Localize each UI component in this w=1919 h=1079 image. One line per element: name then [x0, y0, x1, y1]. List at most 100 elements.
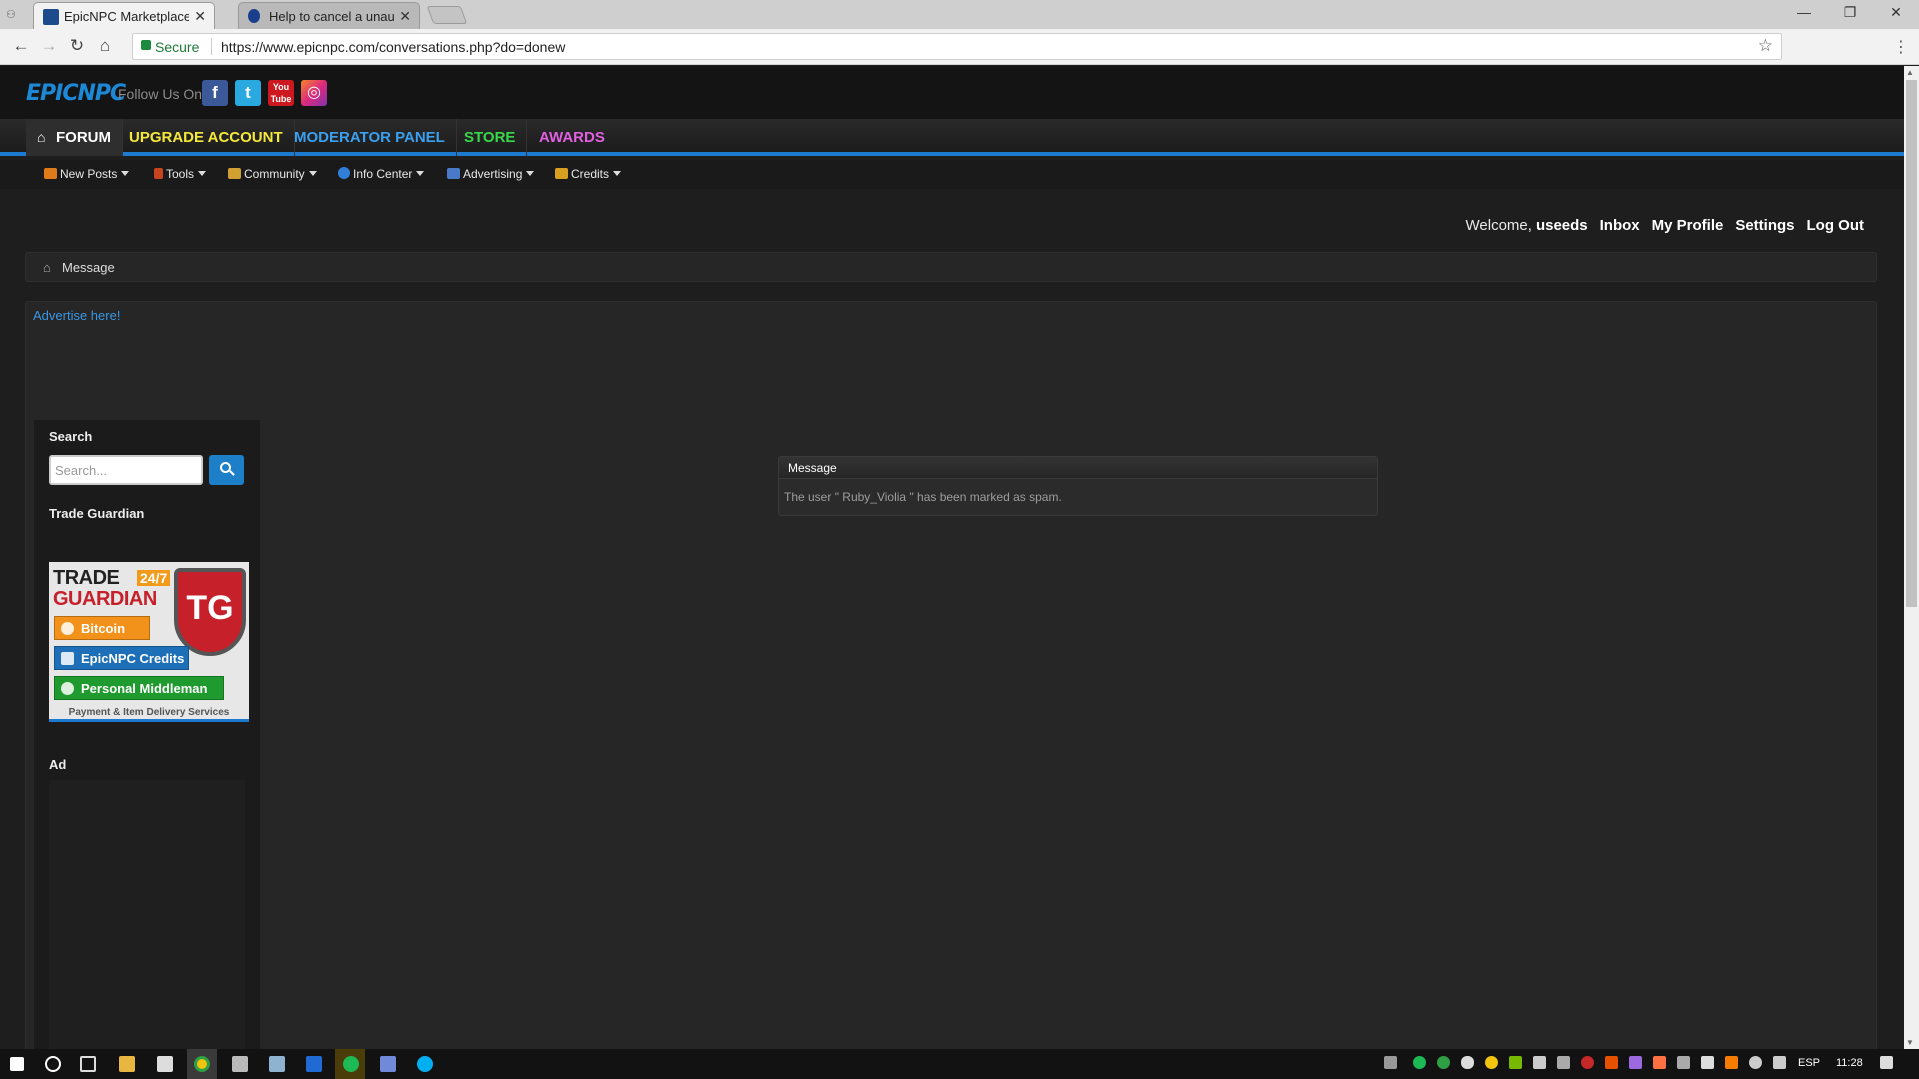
windows-start-icon[interactable]	[10, 1057, 24, 1071]
reload-icon[interactable]: ↻	[66, 36, 88, 56]
subnav-label: Advertising	[463, 167, 523, 181]
info-icon	[338, 167, 350, 179]
site-header: EPICNPC Follow Us On f t You Tube ◎	[0, 66, 1904, 119]
nav-store[interactable]: STORE	[453, 119, 528, 156]
site-logo[interactable]: EPICNPC	[26, 81, 126, 106]
chevron-down-icon	[613, 171, 622, 176]
incognito-icon: ⚇	[6, 9, 16, 21]
scrollbar-thumb[interactable]	[1906, 80, 1917, 607]
sub-nav: New Posts Tools Community Info Center Ad…	[0, 160, 1904, 189]
subnav-label: Credits	[571, 167, 610, 181]
subnav-credits[interactable]: Credits	[555, 167, 622, 181]
search-button[interactable]	[209, 455, 244, 485]
trade-guardian-banner[interactable]: TRADE 24/7 GUARDIAN TG Bitcoin EpicNPC C…	[49, 562, 249, 722]
subnav-label: New Posts	[60, 167, 118, 181]
scroll-down-icon[interactable]: ▼	[1906, 1038, 1914, 1047]
address-bar[interactable]: Secure https://www.epicnpc.com/conversat…	[132, 33, 1782, 60]
page: EPICNPC Follow Us On f t You Tube ◎ ⌂ FORU…	[0, 66, 1904, 1049]
audio-app-icon[interactable]	[232, 1056, 248, 1072]
discord-icon[interactable]	[380, 1056, 396, 1072]
tray-app-icon[interactable]	[1701, 1056, 1714, 1069]
close-window-icon[interactable]: ✕	[1876, 4, 1916, 21]
chevron-down-icon	[198, 171, 207, 176]
settings-link[interactable]: Settings	[1735, 217, 1794, 234]
subnav-new-posts[interactable]: New Posts	[44, 167, 130, 181]
user-welcome-bar: Welcome, useeds Inbox My Profile Settings Log…	[1466, 217, 1864, 234]
content-area: Advertise here! Search Search... Trade G…	[25, 301, 1877, 1049]
epicnpc-favicon-icon	[43, 9, 59, 25]
facebook-icon[interactable]: f	[202, 80, 228, 106]
people-icon[interactable]	[1384, 1056, 1397, 1069]
discord-tray-icon[interactable]	[1533, 1056, 1546, 1069]
search-input[interactable]: Search...	[49, 455, 203, 485]
youtube-icon[interactable]: You Tube	[268, 80, 294, 106]
tray-app-icon[interactable]	[1437, 1056, 1450, 1069]
network-icon[interactable]	[1773, 1056, 1786, 1069]
tray-app-icon[interactable]	[1629, 1056, 1642, 1069]
spotify-icon[interactable]	[343, 1056, 359, 1072]
my-profile-link[interactable]: My Profile	[1652, 217, 1724, 234]
tab-close-icon[interactable]: ✕	[194, 8, 206, 25]
nav-forum[interactable]: ⌂ FORUM	[26, 119, 123, 156]
task-view-icon[interactable]	[80, 1056, 96, 1072]
divider	[211, 38, 212, 55]
log-out-link[interactable]: Log Out	[1807, 217, 1864, 234]
scroll-up-icon[interactable]: ▲	[1906, 68, 1914, 77]
browser-menu-icon[interactable]: ⋮	[1893, 37, 1909, 57]
bitcoin-option: Bitcoin	[54, 616, 150, 640]
message-title: Message	[788, 461, 837, 475]
subnav-info-center[interactable]: Info Center	[338, 167, 425, 181]
tray-app-icon[interactable]	[1677, 1056, 1690, 1069]
tray-app-icon[interactable]	[1653, 1056, 1666, 1069]
message-header: Message	[779, 457, 1377, 479]
subnav-community[interactable]: Community	[228, 167, 317, 181]
home-icon[interactable]: ⌂	[94, 36, 116, 56]
file-explorer-icon[interactable]	[119, 1056, 135, 1072]
chevron-down-icon	[416, 171, 425, 176]
minimize-icon[interactable]: —	[1784, 4, 1824, 20]
tray-app-icon[interactable]	[1581, 1056, 1594, 1069]
chrome-icon[interactable]	[194, 1056, 210, 1072]
nav-moderator-panel[interactable]: MODERATOR PANEL	[283, 119, 457, 156]
twitter-icon[interactable]: t	[235, 80, 261, 106]
subnav-tools[interactable]: Tools	[154, 167, 207, 181]
back-icon[interactable]: ←	[10, 36, 32, 56]
tab-close-icon[interactable]: ✕	[399, 8, 411, 25]
spotify-tray-icon[interactable]	[1413, 1056, 1426, 1069]
facebook-app-icon[interactable]	[306, 1056, 322, 1072]
subnav-advertising[interactable]: Advertising	[447, 167, 535, 181]
browser-tab-epicnpc[interactable]: EpicNPC Marketplace ✕	[33, 2, 215, 29]
bookmark-star-icon[interactable]: ☆	[1758, 36, 1773, 56]
instagram-icon[interactable]: ◎	[301, 80, 327, 106]
nvidia-icon[interactable]	[1509, 1056, 1522, 1069]
breadcrumb: ⌂ Message	[25, 252, 1877, 282]
url-text[interactable]: https://www.epicnpc.com/conversations.ph…	[221, 39, 565, 55]
forward-icon[interactable]: →	[38, 36, 60, 56]
volume-icon[interactable]	[1749, 1056, 1762, 1069]
store-icon[interactable]	[157, 1056, 173, 1072]
secure-label: Secure	[155, 39, 200, 55]
nav-awards[interactable]: AWARDS	[528, 119, 616, 156]
onedrive-icon[interactable]	[1461, 1056, 1474, 1069]
tray-app-icon[interactable]	[1557, 1056, 1570, 1069]
inbox-link[interactable]: Inbox	[1600, 217, 1640, 234]
username-link[interactable]: useeds	[1536, 217, 1588, 234]
chrome-tray-icon[interactable]	[1485, 1056, 1498, 1069]
tray-app-icon[interactable]	[1725, 1056, 1738, 1069]
input-language[interactable]: ESP	[1798, 1057, 1820, 1069]
app-icon[interactable]	[269, 1056, 285, 1072]
nav-upgrade-account[interactable]: UPGRADE ACCOUNT	[118, 119, 295, 156]
cortana-icon[interactable]	[45, 1056, 61, 1072]
restore-icon[interactable]: ❐	[1830, 4, 1870, 21]
advertise-link[interactable]: Advertise here!	[33, 308, 120, 323]
browser-tab-help[interactable]: Help to cancel a unautho ✕	[238, 2, 420, 29]
home-icon[interactable]: ⌂	[43, 260, 51, 275]
message-box: Message The user " Ruby_Violia " has bee…	[778, 456, 1378, 516]
tray-app-icon[interactable]	[1605, 1056, 1618, 1069]
clock[interactable]: 11:28	[1836, 1057, 1863, 1069]
skype-icon[interactable]	[417, 1056, 433, 1072]
new-tab-button[interactable]	[426, 6, 468, 24]
notifications-icon[interactable]	[1880, 1056, 1893, 1069]
personal-middleman-option: Personal Middleman	[54, 676, 224, 700]
home-icon: ⌂	[37, 129, 46, 145]
